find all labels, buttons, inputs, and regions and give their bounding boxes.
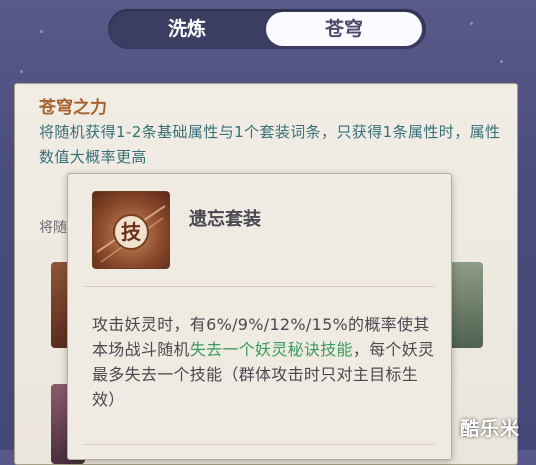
background-sparkle (40, 30, 43, 33)
effect-highlight: 失去一个妖灵秘诀技能 (189, 340, 353, 359)
background-sparkle (20, 70, 23, 73)
divider (84, 286, 434, 287)
item-card[interactable] (449, 262, 483, 348)
watermark: 酷乐米 (460, 418, 521, 440)
skill-glyph: 技 (121, 220, 142, 244)
set-tooltip-popup: 技 遗忘套装 攻击妖灵时，有6%/9%/12%/15%的概率使其本场战斗随机失去… (67, 173, 452, 460)
tab-bar: 洗炼 苍穹 (108, 9, 426, 49)
skill-set-icon: 技 (92, 191, 170, 269)
set-name: 遗忘套装 (189, 209, 261, 230)
divider (84, 444, 434, 445)
tab-cangqiong[interactable]: 苍穹 (266, 12, 422, 46)
panel-title: 苍穹之力 (39, 98, 107, 118)
set-effect-description: 攻击妖灵时，有6%/9%/12%/15%的概率使其本场战斗随机失去一个妖灵秘诀技… (92, 312, 437, 412)
section-label: 将随 (39, 220, 67, 236)
background-sparkle (470, 22, 473, 25)
panel-description: 将随机获得1-2条基础属性与1个套装词条，只获得1条属性时，属性数值大概率更高 (39, 123, 501, 166)
background-sparkle (500, 60, 503, 63)
tab-xilian[interactable]: 洗炼 (112, 12, 262, 46)
